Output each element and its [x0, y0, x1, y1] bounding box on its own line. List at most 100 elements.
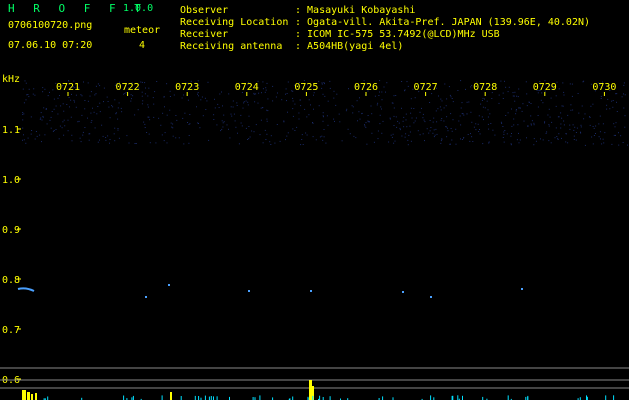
noise-dot	[379, 80, 381, 82]
noise-dot	[595, 133, 596, 134]
noise-dot	[555, 95, 557, 97]
signal-bar	[457, 395, 459, 400]
noise-dot	[196, 106, 197, 108]
noise-dot	[413, 122, 415, 124]
noise-dot	[602, 123, 604, 125]
noise-dot	[530, 103, 532, 104]
noise-dot	[533, 138, 535, 140]
noise-dot	[267, 98, 269, 100]
noise-dot	[114, 99, 116, 101]
noise-dot	[140, 81, 142, 83]
noise-dot	[183, 94, 185, 96]
noise-dot	[164, 106, 165, 108]
noise-dot	[403, 126, 405, 128]
noise-dot	[175, 137, 177, 139]
noise-dot	[321, 83, 323, 85]
noise-dot	[55, 105, 57, 107]
observer-value: : Masayuki Kobayashi	[295, 5, 416, 16]
freq-tick-label: 1.0	[2, 175, 20, 186]
noise-dot	[266, 120, 268, 122]
noise-dot	[562, 82, 564, 84]
noise-dot	[349, 133, 351, 135]
noise-dot	[405, 119, 407, 121]
noise-dot	[620, 135, 622, 137]
noise-dot	[577, 93, 579, 94]
noise-dot	[130, 100, 132, 102]
noise-dot	[61, 127, 63, 129]
noise-dot	[469, 140, 471, 142]
noise-dot	[482, 106, 484, 108]
noise-dot	[540, 99, 542, 101]
noise-dot	[609, 108, 611, 110]
noise-dot	[248, 115, 250, 117]
noise-dot	[166, 83, 168, 85]
noise-dot	[461, 113, 463, 115]
noise-dot	[380, 106, 382, 108]
noise-dot	[39, 118, 41, 120]
noise-dot	[357, 120, 358, 122]
noise-dot	[600, 138, 601, 140]
noise-dot	[555, 105, 557, 107]
time-tick-label: 0729	[533, 82, 557, 93]
signal-bar	[507, 395, 509, 400]
noise-dot	[324, 83, 325, 85]
noise-dot	[449, 94, 451, 96]
freq-tick-label: 0.8	[2, 275, 20, 286]
noise-dot	[433, 136, 435, 138]
signal-bar	[259, 395, 261, 400]
noise-dot	[582, 81, 584, 83]
noise-dot	[503, 141, 505, 143]
noise-dot	[391, 102, 393, 104]
noise-dot	[30, 116, 32, 118]
noise-dot	[41, 141, 42, 143]
noise-dot	[84, 127, 86, 128]
noise-dot	[222, 105, 223, 107]
noise-dot	[166, 114, 168, 116]
noise-dot	[446, 116, 448, 118]
noise-dot	[557, 139, 559, 140]
noise-dot	[96, 113, 98, 115]
noise-dot	[624, 126, 626, 128]
noise-dot	[148, 87, 150, 89]
noise-dot	[312, 122, 314, 124]
noise-dot	[393, 107, 395, 109]
noise-dot	[184, 112, 186, 114]
noise-dot	[243, 101, 245, 103]
noise-dot	[398, 122, 400, 124]
noise-dot	[115, 113, 117, 115]
noise-dot	[446, 98, 448, 100]
noise-dot	[143, 121, 145, 123]
noise-dot	[339, 121, 341, 123]
signal-bar	[123, 395, 125, 400]
noise-dot	[243, 102, 245, 104]
noise-dot	[547, 114, 549, 116]
noise-dot	[514, 100, 516, 102]
noise-dot	[574, 126, 576, 128]
noise-dot	[435, 128, 437, 130]
noise-dot	[352, 106, 354, 108]
noise-dot	[467, 134, 469, 135]
noise-dot	[516, 95, 518, 97]
noise-dot	[502, 98, 504, 99]
noise-dot	[219, 93, 221, 95]
noise-dot	[595, 125, 597, 127]
noise-dot	[381, 91, 383, 93]
noise-dot	[593, 135, 595, 136]
noise-dot	[426, 128, 428, 130]
noise-dot	[45, 109, 47, 110]
noise-dot	[419, 111, 421, 113]
noise-dot	[189, 123, 191, 125]
noise-dot	[504, 80, 505, 82]
noise-dot	[78, 120, 80, 122]
noise-dot	[599, 115, 601, 117]
noise-dot	[561, 105, 563, 107]
noise-dot	[488, 128, 490, 130]
noise-dot	[359, 118, 361, 120]
noise-dot	[262, 88, 264, 90]
noise-dot	[315, 139, 317, 141]
noise-dot	[313, 108, 314, 110]
noise-dot	[90, 91, 92, 93]
noise-dot	[321, 135, 323, 137]
noise-dot	[451, 98, 453, 99]
noise-dot	[359, 97, 360, 99]
